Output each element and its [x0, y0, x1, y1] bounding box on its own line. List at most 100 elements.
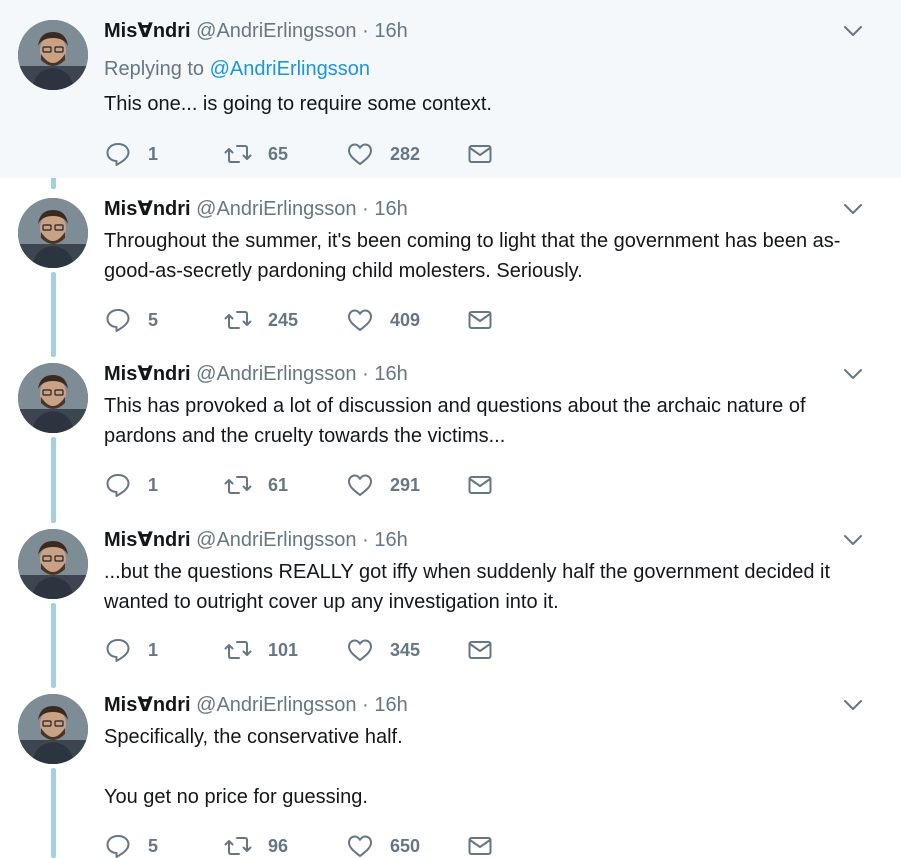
- reply-count: 1: [148, 143, 159, 164]
- reply-icon: [106, 143, 130, 166]
- reply-icon: [106, 309, 130, 332]
- tweet-paragraph: This has provoked a lot of discussion an…: [104, 395, 806, 447]
- display-name[interactable]: Mis∀ndri: [104, 363, 191, 385]
- chevron-down-icon: [844, 26, 862, 36]
- tweet-paragraph: You get no price for guessing.: [104, 786, 368, 808]
- like-button[interactable]: 291: [346, 470, 420, 500]
- user-handle[interactable]: @AndriErlingsson: [196, 363, 356, 385]
- timestamp[interactable]: 16h: [374, 363, 407, 385]
- reply-button[interactable]: 5: [104, 305, 158, 335]
- direct-message-button[interactable]: [466, 635, 494, 665]
- envelope-icon: [468, 641, 492, 659]
- like-button[interactable]: 345: [346, 635, 420, 665]
- tweet[interactable]: Mis∀ndri @AndriErlingsson · 16h Replying…: [0, 0, 901, 178]
- envelope-icon: [468, 476, 492, 494]
- replying-to-label: Replying to: [104, 58, 205, 80]
- retweet-icon: [224, 311, 252, 329]
- like-count: 409: [390, 309, 421, 330]
- avatar[interactable]: [18, 20, 88, 90]
- reply-button[interactable]: 1: [104, 635, 158, 665]
- tweet-menu-button[interactable]: [840, 527, 866, 553]
- separator-dot: ·: [362, 198, 369, 220]
- tweet-menu-button[interactable]: [840, 361, 866, 387]
- avatar-image: [18, 363, 88, 433]
- direct-message-button[interactable]: [466, 470, 494, 500]
- retweet-button[interactable]: 245: [224, 305, 298, 335]
- retweet-count: 101: [268, 639, 299, 660]
- retweet-count: 65: [268, 143, 289, 164]
- reply-count: 1: [148, 639, 159, 660]
- heart-icon: [348, 835, 372, 857]
- reply-button[interactable]: 1: [104, 139, 158, 169]
- display-name[interactable]: Mis∀ndri: [104, 198, 191, 220]
- user-handle[interactable]: @AndriErlingsson: [196, 529, 356, 551]
- direct-message-button[interactable]: [466, 139, 494, 169]
- retweet-icon: [224, 641, 252, 659]
- heart-icon: [348, 639, 372, 661]
- avatar-image: [18, 529, 88, 599]
- avatar-image: [18, 20, 88, 90]
- tweet-text: This one... is going to require some con…: [104, 89, 874, 119]
- tweet-header: Mis∀ndri @AndriErlingsson · 16h: [104, 18, 408, 44]
- tweet[interactable]: Mis∀ndri @AndriErlingsson · 16h Specific…: [0, 674, 901, 858]
- user-handle[interactable]: @AndriErlingsson: [196, 20, 356, 42]
- retweet-button[interactable]: 101: [224, 635, 298, 665]
- retweet-count: 96: [268, 835, 289, 856]
- tweet-menu-button[interactable]: [840, 692, 866, 718]
- avatar-image: [18, 198, 88, 268]
- tweet-text: Specifically, the conservative half. You…: [104, 722, 874, 812]
- tweet-menu-button[interactable]: [840, 196, 866, 222]
- avatar[interactable]: [18, 529, 88, 599]
- reply-count: 1: [148, 474, 159, 495]
- chevron-down-icon: [844, 204, 862, 214]
- reply-button[interactable]: 5: [104, 831, 158, 858]
- user-handle[interactable]: @AndriErlingsson: [196, 198, 356, 220]
- like-button[interactable]: 409: [346, 305, 420, 335]
- display-name[interactable]: Mis∀ndri: [104, 694, 191, 716]
- tweet-text: This has provoked a lot of discussion an…: [104, 391, 874, 451]
- envelope-icon: [468, 837, 492, 855]
- tweet-menu-button[interactable]: [840, 18, 866, 44]
- reply-icon: [106, 474, 130, 497]
- tweet-paragraph: This one... is going to require some con…: [104, 93, 492, 115]
- separator-dot: ·: [362, 363, 369, 385]
- like-button[interactable]: 282: [346, 139, 420, 169]
- heart-icon: [348, 474, 372, 496]
- direct-message-button[interactable]: [466, 305, 494, 335]
- retweet-count: 245: [268, 309, 299, 330]
- heart-icon: [348, 143, 372, 165]
- avatar[interactable]: [18, 694, 88, 764]
- envelope-icon: [468, 311, 492, 329]
- replying-to-handle-link[interactable]: @AndriErlingsson: [210, 58, 370, 80]
- avatar[interactable]: [18, 198, 88, 268]
- retweet-button[interactable]: 65: [224, 139, 288, 169]
- tweet-header: Mis∀ndri @AndriErlingsson · 16h: [104, 196, 408, 222]
- timestamp[interactable]: 16h: [374, 529, 407, 551]
- tweet-header: Mis∀ndri @AndriErlingsson · 16h: [104, 361, 408, 387]
- avatar[interactable]: [18, 363, 88, 433]
- tweet[interactable]: Mis∀ndri @AndriErlingsson · 16h ...but t…: [0, 509, 901, 674]
- retweet-icon: [224, 476, 252, 494]
- envelope-icon: [468, 145, 492, 163]
- reply-count: 5: [148, 309, 159, 330]
- display-name[interactable]: Mis∀ndri: [104, 529, 191, 551]
- retweet-button[interactable]: 96: [224, 831, 288, 858]
- tweet-paragraph: ...but the questions REALLY got iffy whe…: [104, 561, 831, 613]
- display-name[interactable]: Mis∀ndri: [104, 20, 191, 42]
- tweet[interactable]: Mis∀ndri @AndriErlingsson · 16h Througho…: [0, 178, 901, 343]
- timestamp[interactable]: 16h: [374, 20, 407, 42]
- user-handle[interactable]: @AndriErlingsson: [196, 694, 356, 716]
- separator-dot: ·: [362, 20, 369, 42]
- reply-count: 5: [148, 835, 159, 856]
- retweet-button[interactable]: 61: [224, 470, 288, 500]
- tweet[interactable]: Mis∀ndri @AndriErlingsson · 16h This has…: [0, 343, 901, 509]
- timestamp[interactable]: 16h: [374, 198, 407, 220]
- reply-button[interactable]: 1: [104, 470, 158, 500]
- retweet-count: 61: [268, 474, 289, 495]
- like-count: 282: [390, 143, 421, 164]
- timestamp[interactable]: 16h: [374, 694, 407, 716]
- chevron-down-icon: [844, 535, 862, 545]
- like-button[interactable]: 650: [346, 831, 420, 858]
- direct-message-button[interactable]: [466, 831, 494, 858]
- retweet-icon: [224, 837, 252, 855]
